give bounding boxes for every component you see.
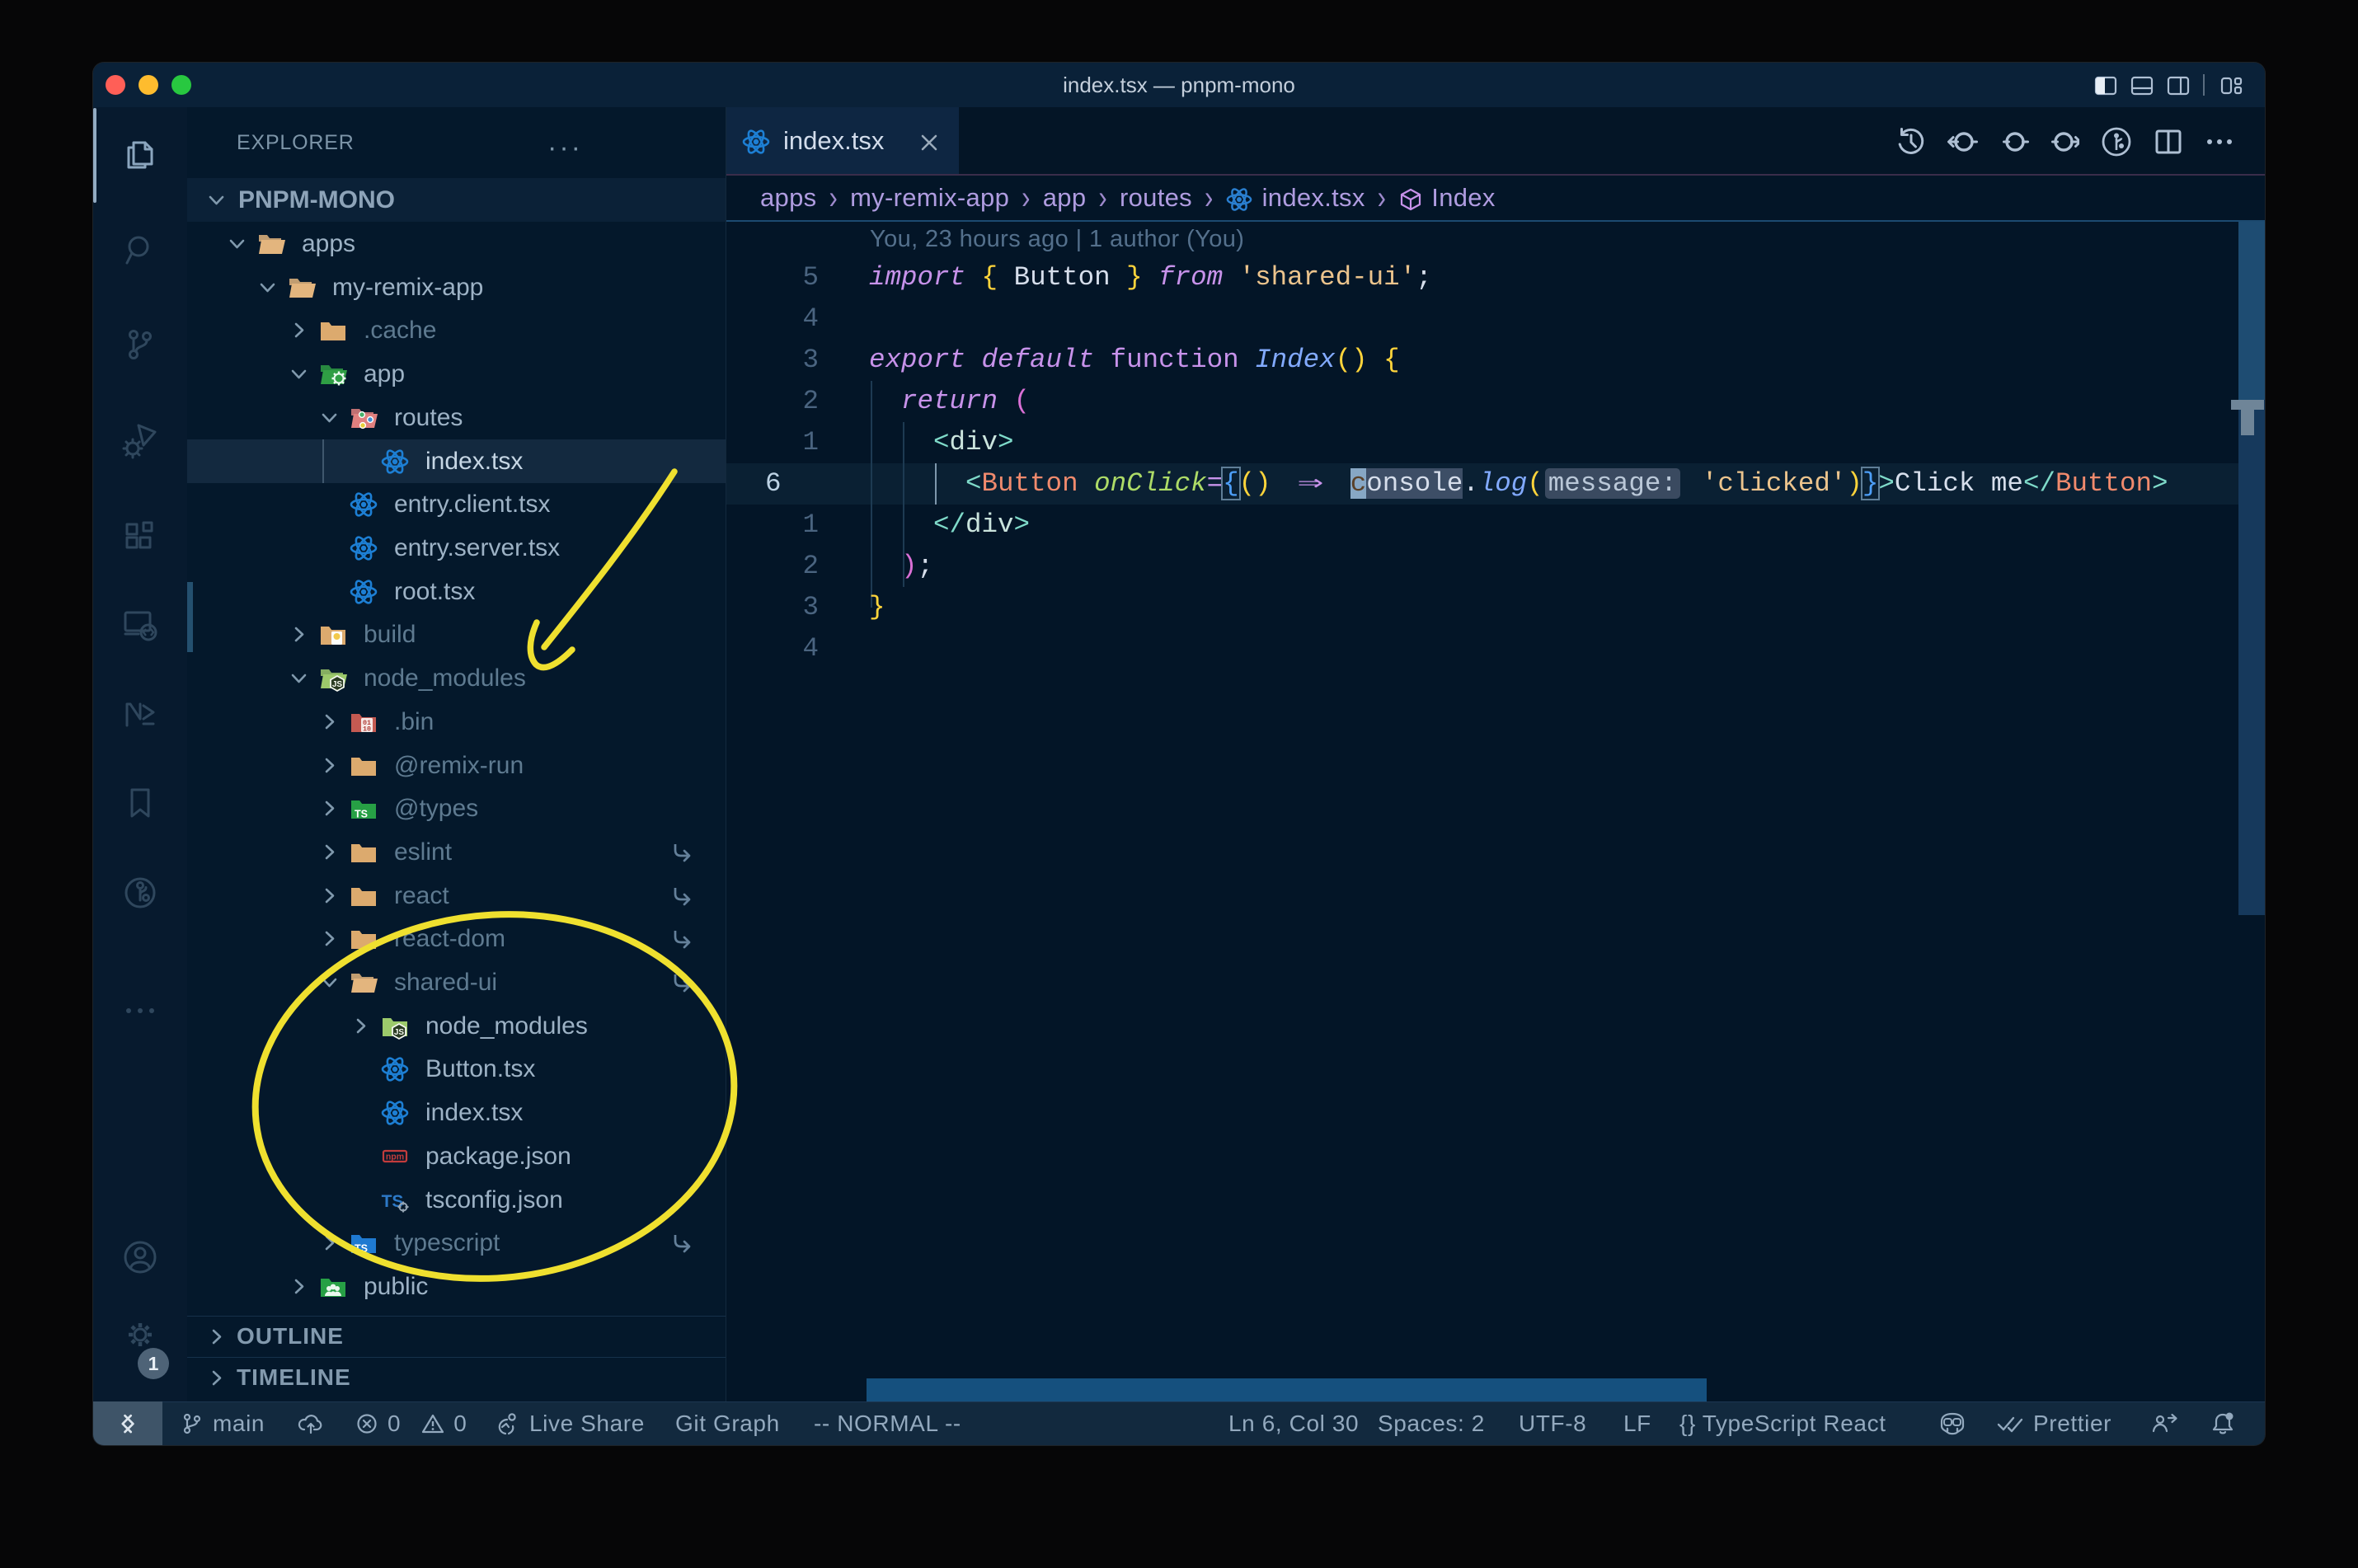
svg-text:JS: JS [394, 1028, 405, 1037]
svg-text:TS: TS [355, 808, 368, 819]
svg-text:npm: npm [386, 1152, 404, 1162]
svg-text:TS: TS [355, 1242, 368, 1254]
svg-text:JS: JS [332, 680, 343, 689]
svg-text:10: 10 [363, 725, 371, 733]
